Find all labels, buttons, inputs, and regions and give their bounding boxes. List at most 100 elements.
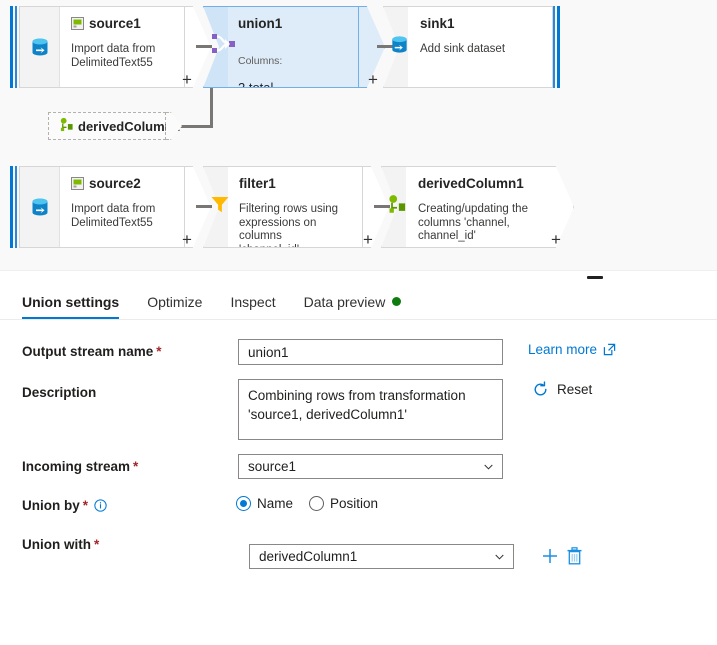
incoming-stream-value: source1 xyxy=(248,459,297,474)
flow-node-subtitle: Import data from DelimitedText55 xyxy=(71,43,156,69)
connector-source1-union1 xyxy=(196,45,212,48)
flow-node-subtitle: Creating/updating the columns 'channel, … xyxy=(418,203,528,242)
flow-node-source2-text: source2 Import data from DelimitedText55 xyxy=(60,167,184,247)
data-preview-status-dot xyxy=(392,297,402,306)
reference-node-name: derivedColumn1 xyxy=(78,118,180,134)
label-text: Union with xyxy=(22,537,91,552)
tab-label: Data preview xyxy=(303,293,386,310)
add-transform-after-source1[interactable]: + xyxy=(182,71,192,88)
plus-icon xyxy=(543,549,557,563)
union-by-option-position[interactable]: Position xyxy=(309,496,378,511)
database-source-icon xyxy=(20,167,60,247)
flow-node-name: union1 xyxy=(238,16,283,31)
settings-tabs: Union settings Optimize Inspect Data pre… xyxy=(0,284,717,320)
panel-splitter[interactable] xyxy=(0,270,717,279)
union-with-dropdown[interactable]: derivedColumn1 xyxy=(249,544,514,569)
database-source-icon xyxy=(20,7,60,87)
stream-bar-line xyxy=(15,6,17,88)
required-asterisk: * xyxy=(156,344,162,359)
output-stream-name-label: Output stream name * xyxy=(22,344,162,359)
label-text: Union by xyxy=(22,498,80,513)
union-by-label: Union by * xyxy=(22,498,107,513)
flow-node-union1[interactable]: union1 Columns: 2 total xyxy=(228,6,359,88)
flow-node-derivedcolumn1[interactable]: derivedColumn1 Creating/updating the col… xyxy=(406,166,548,248)
chevron-down-icon xyxy=(484,464,493,470)
derived-column-icon xyxy=(387,194,407,219)
columns-value: 2 total xyxy=(238,80,347,87)
reset-button[interactable]: Reset xyxy=(532,381,592,398)
output-stream-name-input[interactable] xyxy=(238,339,503,365)
dataset-icon xyxy=(71,17,84,30)
flow-node-title: source1 xyxy=(71,16,173,31)
chevron-down-icon xyxy=(495,554,504,560)
flow-node-subtitle: Filtering rows using expressions on colu… xyxy=(239,203,339,247)
tab-union-settings[interactable]: Union settings xyxy=(22,284,133,319)
union-by-option-name[interactable]: Name xyxy=(236,496,293,511)
add-transform-after-filter1[interactable]: + xyxy=(363,231,373,248)
database-sink-icon xyxy=(389,34,410,60)
flow-node-source1-text: source1 Import data from DelimitedText55 xyxy=(60,7,184,87)
description-label: Description xyxy=(22,385,96,400)
derived-column-icon xyxy=(59,117,74,135)
required-asterisk: * xyxy=(93,537,100,552)
columns-label: Columns: xyxy=(238,54,283,67)
flow-node-name: source2 xyxy=(89,176,141,191)
union-by-radio-group[interactable]: Name Position xyxy=(236,496,378,511)
stream-bar-line xyxy=(15,166,17,248)
reference-node-chevron xyxy=(166,112,182,140)
data-flow-canvas[interactable]: source1 Import data from DelimitedText55… xyxy=(0,0,717,270)
flow-node-columns: Columns: 2 total xyxy=(238,41,347,88)
union-with-value: derivedColumn1 xyxy=(259,549,358,564)
radio-label: Name xyxy=(257,496,294,511)
tab-optimize[interactable]: Optimize xyxy=(133,284,216,319)
required-asterisk: * xyxy=(133,459,139,474)
label-text: Incoming stream xyxy=(22,459,131,474)
flow-node-derivedcolumn1-text: derivedColumn1 Creating/updating the col… xyxy=(406,167,548,247)
flow-node-union1-text: union1 Columns: 2 total xyxy=(228,7,358,87)
incoming-stream-label: Incoming stream * xyxy=(22,459,138,474)
source1-stream-bar xyxy=(10,6,19,88)
description-textarea[interactable]: Combining rows from transformation 'sour… xyxy=(238,379,503,440)
flow-node-source1[interactable]: source1 Import data from DelimitedText55 xyxy=(19,6,185,88)
tab-data-preview[interactable]: Data preview xyxy=(290,284,416,319)
radio-circle-icon xyxy=(309,496,325,511)
add-transform-after-source2[interactable]: + xyxy=(182,231,192,248)
radio-circle-icon xyxy=(236,496,251,511)
tab-label: Optimize xyxy=(147,293,203,310)
sink1-stream-bar xyxy=(553,6,562,88)
flow-node-name: derivedColumn1 xyxy=(418,176,524,191)
dataset-icon xyxy=(71,177,84,190)
label-text: Description xyxy=(22,385,97,400)
flow-node-title: source2 xyxy=(71,176,173,191)
required-asterisk: * xyxy=(82,498,89,513)
flow-node-sink1[interactable]: sink1 Add sink dataset xyxy=(408,6,553,88)
delete-union-stream-button[interactable] xyxy=(566,547,583,570)
stream-bar-line xyxy=(557,6,560,88)
add-transform-after-union1[interactable]: + xyxy=(368,71,378,88)
flow-node-filter1[interactable]: filter1 Filtering rows using expressions… xyxy=(228,166,363,248)
flow-node-subtitle: Import data from DelimitedText55 xyxy=(71,203,156,229)
tab-inspect[interactable]: Inspect xyxy=(216,284,289,319)
add-transform-after-derivedcolumn1[interactable]: + xyxy=(551,231,561,248)
learn-more-link[interactable]: Learn more xyxy=(528,342,616,357)
info-icon[interactable] xyxy=(94,499,107,512)
flow-node-source2[interactable]: source2 Import data from DelimitedText55 xyxy=(19,166,185,248)
connector-branch-vertical xyxy=(210,88,213,128)
union-with-label: Union with * xyxy=(22,537,99,552)
stream-bar-line xyxy=(10,166,13,248)
incoming-stream-dropdown[interactable]: source1 xyxy=(238,454,503,479)
flow-node-name: filter1 xyxy=(239,176,276,191)
flow-node-name: sink1 xyxy=(420,16,455,31)
radio-label: Position xyxy=(330,496,379,511)
tab-label: Union settings xyxy=(22,293,120,310)
stream-bar-line xyxy=(553,6,555,88)
stream-bar-line xyxy=(10,6,13,88)
tab-label: Inspect xyxy=(230,293,276,310)
label-text: Output stream name xyxy=(22,344,154,359)
add-union-stream-button[interactable] xyxy=(541,547,559,570)
reference-node-derivedcolumn1[interactable]: derivedColumn1 xyxy=(48,112,180,140)
flow-node-name: source1 xyxy=(89,16,141,31)
transformation-settings-panel: Union settings Optimize Inspect Data pre… xyxy=(0,279,717,645)
source2-stream-bar xyxy=(10,166,19,248)
union-merge-icon xyxy=(212,33,236,60)
